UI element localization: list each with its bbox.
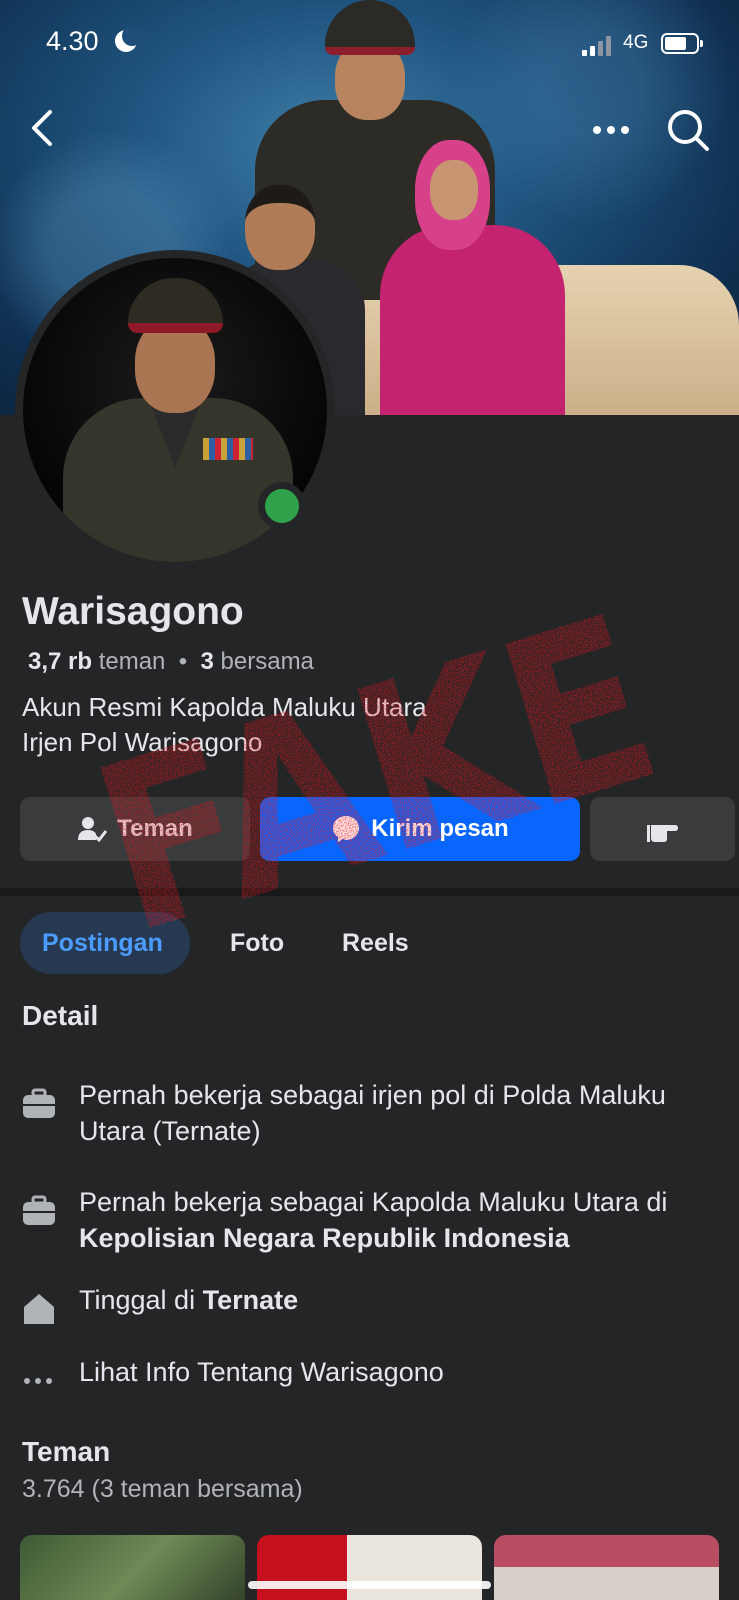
search-icon: [668, 110, 709, 151]
more-horizontal-icon: [24, 1378, 52, 1384]
detail-text-plain: Tinggal di: [79, 1285, 203, 1315]
tab-photos[interactable]: Foto: [230, 912, 284, 974]
see-about-link[interactable]: Lihat Info Tentang Warisagono: [79, 1354, 719, 1390]
profile-avatar[interactable]: [15, 250, 335, 570]
home-indicator[interactable]: [248, 1581, 491, 1589]
detail-text: Tinggal di Ternate: [79, 1282, 719, 1318]
status-bar: 4.30 4G: [0, 20, 739, 70]
profile-tabs: Postingan Foto Reels: [20, 912, 720, 974]
detail-text: Pernah bekerja sebagai Kapolda Maluku Ut…: [79, 1184, 719, 1256]
profile-actions: Teman Kirim pesan: [20, 797, 735, 861]
back-button[interactable]: [22, 106, 66, 150]
friend-thumbnails: [20, 1535, 720, 1600]
friends-count: 3,7 rb: [28, 648, 93, 675]
tab-reels[interactable]: Reels: [342, 912, 409, 974]
hand-pointing-icon: [646, 825, 678, 842]
detail-text: Pernah bekerja sebagai irjen pol di Pold…: [79, 1080, 666, 1146]
tab-posts[interactable]: Postingan: [20, 912, 190, 974]
briefcase-icon: [23, 1088, 55, 1118]
chevron-left-icon: [32, 110, 52, 146]
network-type: 4G: [623, 32, 649, 53]
more-horizontal-icon: [593, 126, 629, 134]
signal-strength-icon: [582, 36, 614, 56]
friends-section-title: Teman: [22, 1436, 111, 1467]
battery-icon: [661, 33, 703, 54]
friends-label: teman: [98, 648, 166, 675]
mutual-count: 3: [200, 648, 214, 675]
profile-stats[interactable]: 3,7 rb teman • 3 bersama: [28, 648, 314, 676]
messenger-icon: [333, 816, 360, 842]
status-time: 4.30: [46, 26, 99, 56]
friend-check-icon: [78, 817, 108, 843]
profile-bio: Akun Resmi Kapolda Maluku Utara Irjen Po…: [22, 690, 582, 760]
more-options-button[interactable]: [585, 110, 637, 150]
profile-name: Warisagono: [22, 590, 244, 633]
friend-thumbnail[interactable]: [20, 1535, 245, 1600]
friends-button[interactable]: Teman: [20, 797, 250, 861]
cover-person-woman: [380, 135, 580, 415]
mutual-label: bersama: [220, 648, 314, 675]
bio-line: Akun Resmi Kapolda Maluku Utara: [22, 692, 427, 722]
briefcase-icon: [23, 1195, 55, 1225]
detail-text-plain: Pernah bekerja sebagai Kapolda Maluku Ut…: [79, 1187, 668, 1217]
bio-line: Irjen Pol Warisagono: [22, 727, 263, 757]
stats-separator: •: [178, 648, 188, 675]
message-button[interactable]: Kirim pesan: [260, 797, 580, 861]
friends-count-text: 3.764 (3 teman bersama): [22, 1475, 303, 1503]
detail-section-title: Detail: [22, 1000, 99, 1031]
friend-thumbnail[interactable]: [494, 1535, 719, 1600]
online-status-indicator: [258, 482, 306, 530]
detail-text-city[interactable]: Ternate: [203, 1285, 299, 1315]
message-button-label: Kirim pesan: [371, 815, 509, 842]
detail-text-employer[interactable]: Kepolisian Negara Republik Indonesia: [79, 1223, 570, 1253]
section-divider: [0, 888, 739, 896]
more-actions-button[interactable]: [590, 797, 735, 861]
friends-button-label: Teman: [117, 815, 193, 842]
search-button[interactable]: [664, 106, 712, 154]
friend-thumbnail[interactable]: [257, 1535, 482, 1600]
home-icon: [24, 1294, 54, 1324]
do-not-disturb-icon: [115, 26, 142, 52]
